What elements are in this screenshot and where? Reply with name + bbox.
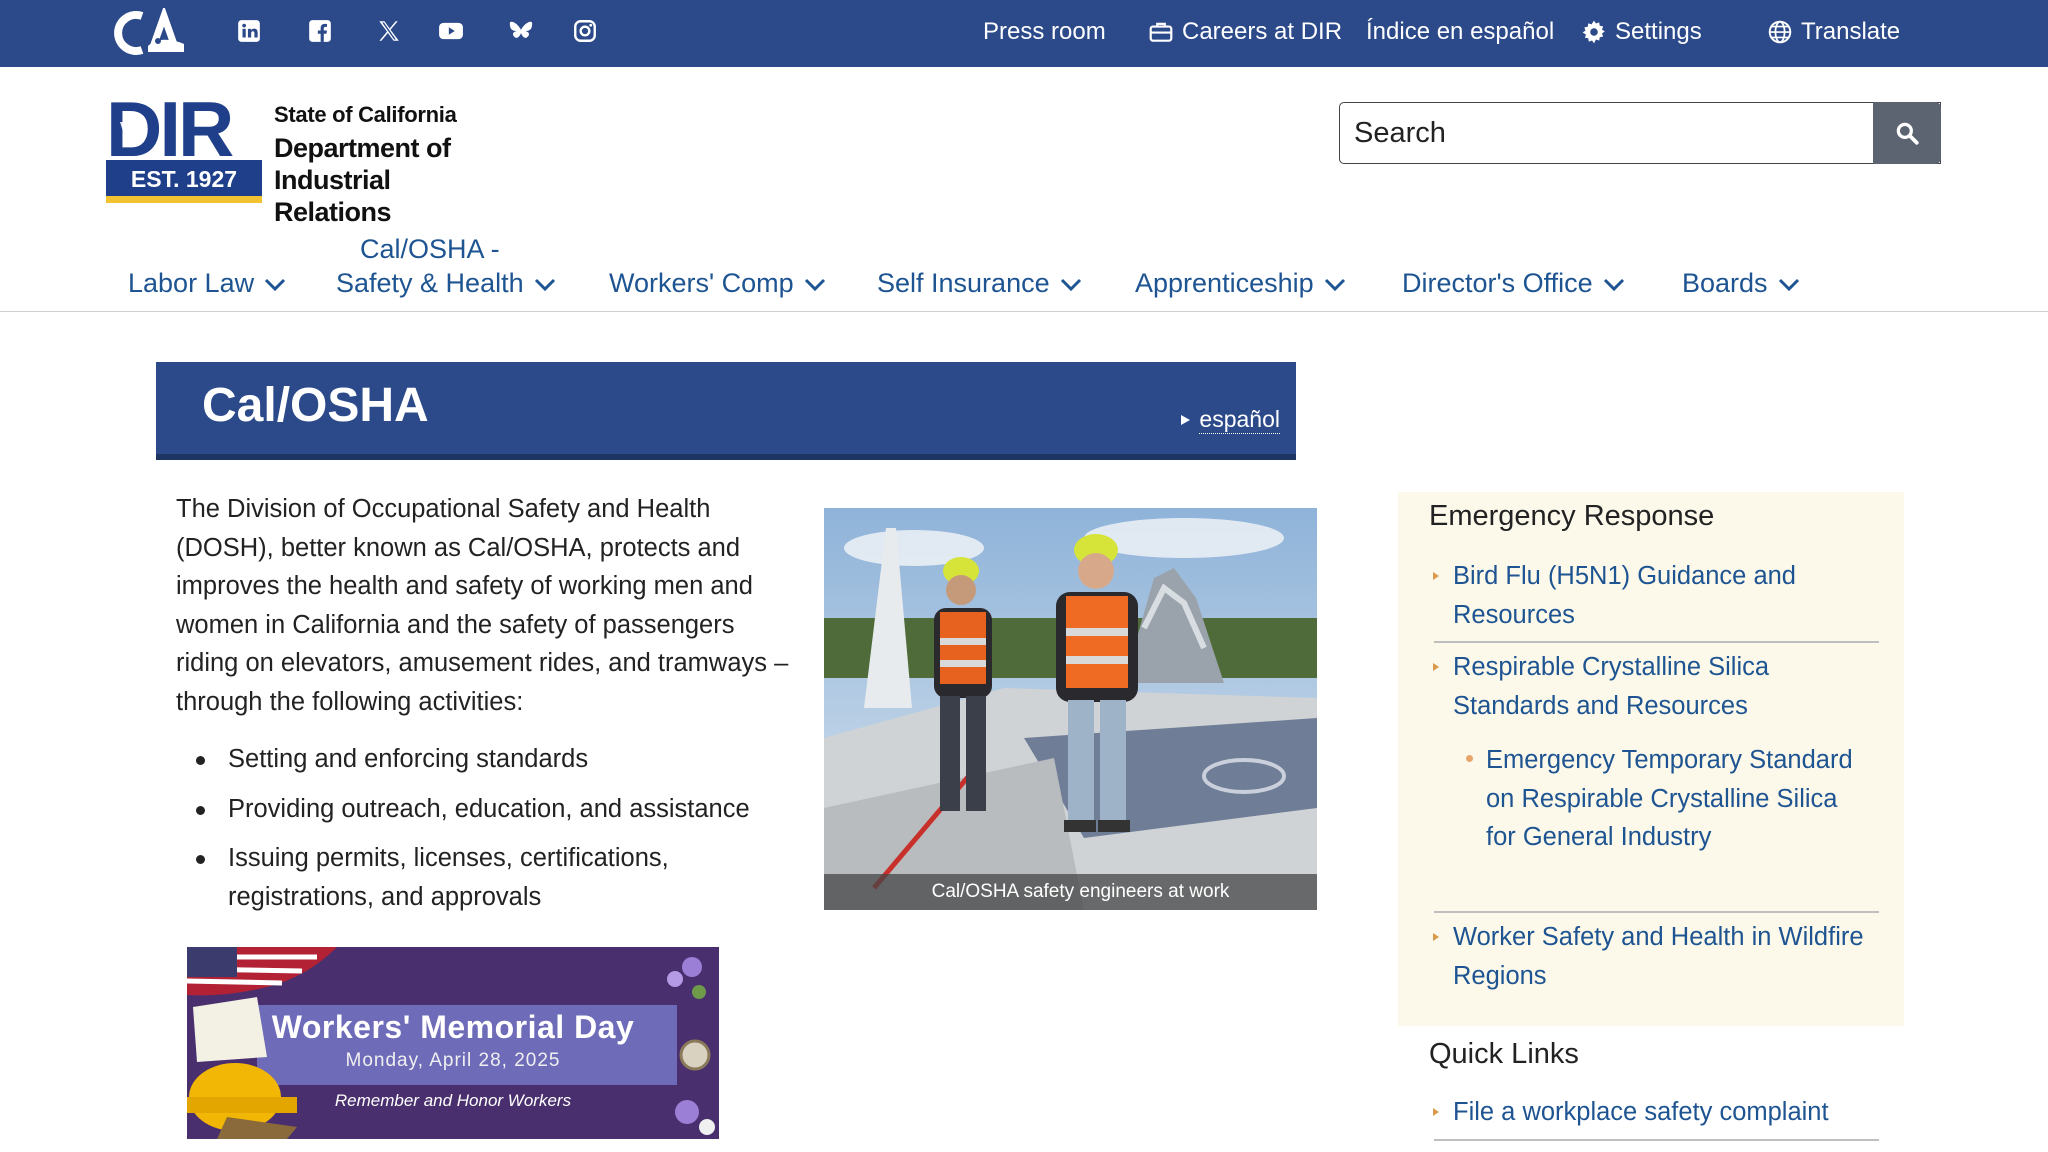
dept-line-2: Industrial Relations [274, 165, 392, 227]
spanish-language-label: español [1199, 406, 1280, 434]
state-of-california-text: State of California [274, 102, 457, 127]
bullet-arrow-icon [1433, 572, 1439, 580]
settings-link[interactable]: Settings [1581, 14, 1702, 50]
bullet-dot-icon [1466, 755, 1473, 762]
sidebar-link-wildfire[interactable]: Worker Safety and Health in Wildfire Reg… [1433, 918, 1873, 995]
search-input[interactable] [1339, 102, 1941, 164]
instagram-icon[interactable] [570, 16, 600, 46]
emergency-response-heading: Emergency Response [1429, 500, 1715, 532]
nav-apprenticeship-label: Apprenticeship [1135, 268, 1314, 298]
department-name: Department of Industrial Relations [274, 132, 486, 228]
divider [1434, 911, 1879, 913]
sidebar-link-label: Worker Safety and Health in Wildfire Reg… [1453, 923, 1864, 990]
translate-link[interactable]: Translate [1767, 14, 1900, 50]
search-icon [1896, 122, 1919, 145]
nav-workers-comp[interactable]: Workers' Comp [609, 266, 826, 300]
search-button[interactable] [1873, 102, 1941, 164]
list-item: Setting and enforcing standards [176, 740, 796, 779]
page-title: Cal/OSHA [202, 379, 429, 432]
play-arrow-icon [1181, 415, 1191, 425]
nav-calosha[interactable]: Cal/OSHA - Safety & Health [336, 232, 556, 300]
dir-est-text: EST. 1927 [131, 166, 237, 192]
briefcase-icon [1149, 22, 1173, 42]
chevron-down-icon [265, 278, 286, 292]
chevron-down-icon [804, 278, 825, 292]
youtube-icon[interactable] [436, 16, 466, 46]
press-room-link[interactable]: Press room [983, 14, 1106, 50]
careers-label: Careers at DIR [1182, 18, 1343, 45]
careers-link[interactable]: Careers at DIR [1148, 14, 1342, 50]
chevron-down-icon [534, 278, 555, 292]
dept-line-1: Department of [274, 133, 451, 163]
nav-apprenticeship[interactable]: Apprenticeship [1135, 266, 1346, 300]
nav-self-insurance[interactable]: Self Insurance [877, 266, 1082, 300]
chevron-down-icon [1060, 278, 1081, 292]
chevron-down-icon [1778, 278, 1799, 292]
memorial-subtitle: Remember and Honor Workers [334, 1091, 572, 1110]
ca-gov-logo-icon[interactable] [112, 8, 188, 58]
spanish-index-link[interactable]: Índice en español [1366, 14, 1554, 50]
safety-engineers-photo: Cal/OSHA safety engineers at work [824, 508, 1317, 910]
nav-self-insurance-label: Self Insurance [877, 268, 1050, 298]
nav-workers-comp-label: Workers' Comp [609, 268, 794, 298]
nav-directors-office[interactable]: Director's Office [1402, 266, 1625, 300]
dir-logo[interactable]: DIR EST. 1927 State of California Depart… [106, 92, 486, 227]
list-item: Providing outreach, education, and assis… [176, 790, 796, 829]
utility-bar: Press room Careers at DIR Índice en espa… [0, 0, 2048, 67]
nav-labor-law[interactable]: Labor Law [128, 266, 286, 300]
quick-links-heading: Quick Links [1429, 1038, 1579, 1070]
quick-link-label: File a workplace safety complaint [1453, 1098, 1829, 1126]
page-title-banner: Cal/OSHA español [156, 362, 1296, 460]
nav-directors-office-label: Director's Office [1402, 268, 1593, 298]
photo-caption: Cal/OSHA safety engineers at work [824, 874, 1317, 910]
dir-logo-mark: DIR EST. 1927 [106, 92, 262, 203]
nav-boards[interactable]: Boards [1682, 266, 1800, 300]
intro-paragraph: The Division of Occupational Safety and … [176, 495, 789, 716]
x-icon[interactable] [374, 16, 404, 46]
sidebar-link-silica[interactable]: Respirable Crystalline Silica Standards … [1433, 648, 1873, 725]
bullet-arrow-icon [1433, 663, 1439, 671]
nav-boards-label: Boards [1682, 268, 1768, 298]
spanish-language-link[interactable]: español [1179, 406, 1280, 434]
spanish-index-label: Índice en español [1366, 18, 1555, 45]
divider [1434, 641, 1879, 643]
list-item: Issuing permits, licenses, certification… [176, 839, 796, 916]
nav-calosha-line-2: Safety & Health [336, 268, 524, 298]
facebook-icon[interactable] [305, 16, 335, 46]
bullet-arrow-icon [1433, 1108, 1439, 1116]
divider [1434, 1139, 1879, 1141]
main-nav: Labor Law Cal/OSHA - Safety & Health Wor… [0, 228, 2048, 312]
memorial-title: Workers' Memorial Day [271, 1009, 635, 1045]
photo-illustration [824, 508, 1317, 910]
bluesky-icon[interactable] [506, 16, 536, 46]
activities-list: Setting and enforcing standards Providin… [176, 740, 796, 927]
press-room-label: Press room [983, 18, 1106, 45]
workers-memorial-day-banner[interactable]: Workers' Memorial Day Monday, April 28, … [187, 947, 719, 1139]
chevron-down-icon [1324, 278, 1345, 292]
linkedin-icon[interactable] [234, 16, 264, 46]
sidebar-sublink-silica-ets[interactable]: Emergency Temporary Standard on Respirab… [1466, 741, 1866, 857]
globe-icon [1768, 20, 1792, 44]
gear-icon [1582, 20, 1605, 44]
settings-label: Settings [1615, 18, 1702, 45]
translate-label: Translate [1801, 18, 1901, 45]
nav-labor-law-label: Labor Law [128, 268, 255, 298]
nav-calosha-label: Cal/OSHA - Safety & Health [336, 232, 524, 300]
sidebar-link-label: Bird Flu (H5N1) Guidance and Resources [1453, 562, 1796, 629]
sidebar-link-label: Respirable Crystalline Silica Standards … [1453, 653, 1770, 720]
chevron-down-icon [1603, 278, 1624, 292]
memorial-date: Monday, April 28, 2025 [345, 1050, 561, 1071]
sidebar-link-bird-flu[interactable]: Bird Flu (H5N1) Guidance and Resources [1433, 557, 1873, 634]
nav-calosha-line-1: Cal/OSHA - [360, 234, 500, 264]
bullet-arrow-icon [1433, 933, 1439, 941]
sidebar-link-label: Emergency Temporary Standard on Respirab… [1486, 746, 1853, 851]
quick-link-safety-complaint[interactable]: File a workplace safety complaint [1433, 1093, 1893, 1132]
